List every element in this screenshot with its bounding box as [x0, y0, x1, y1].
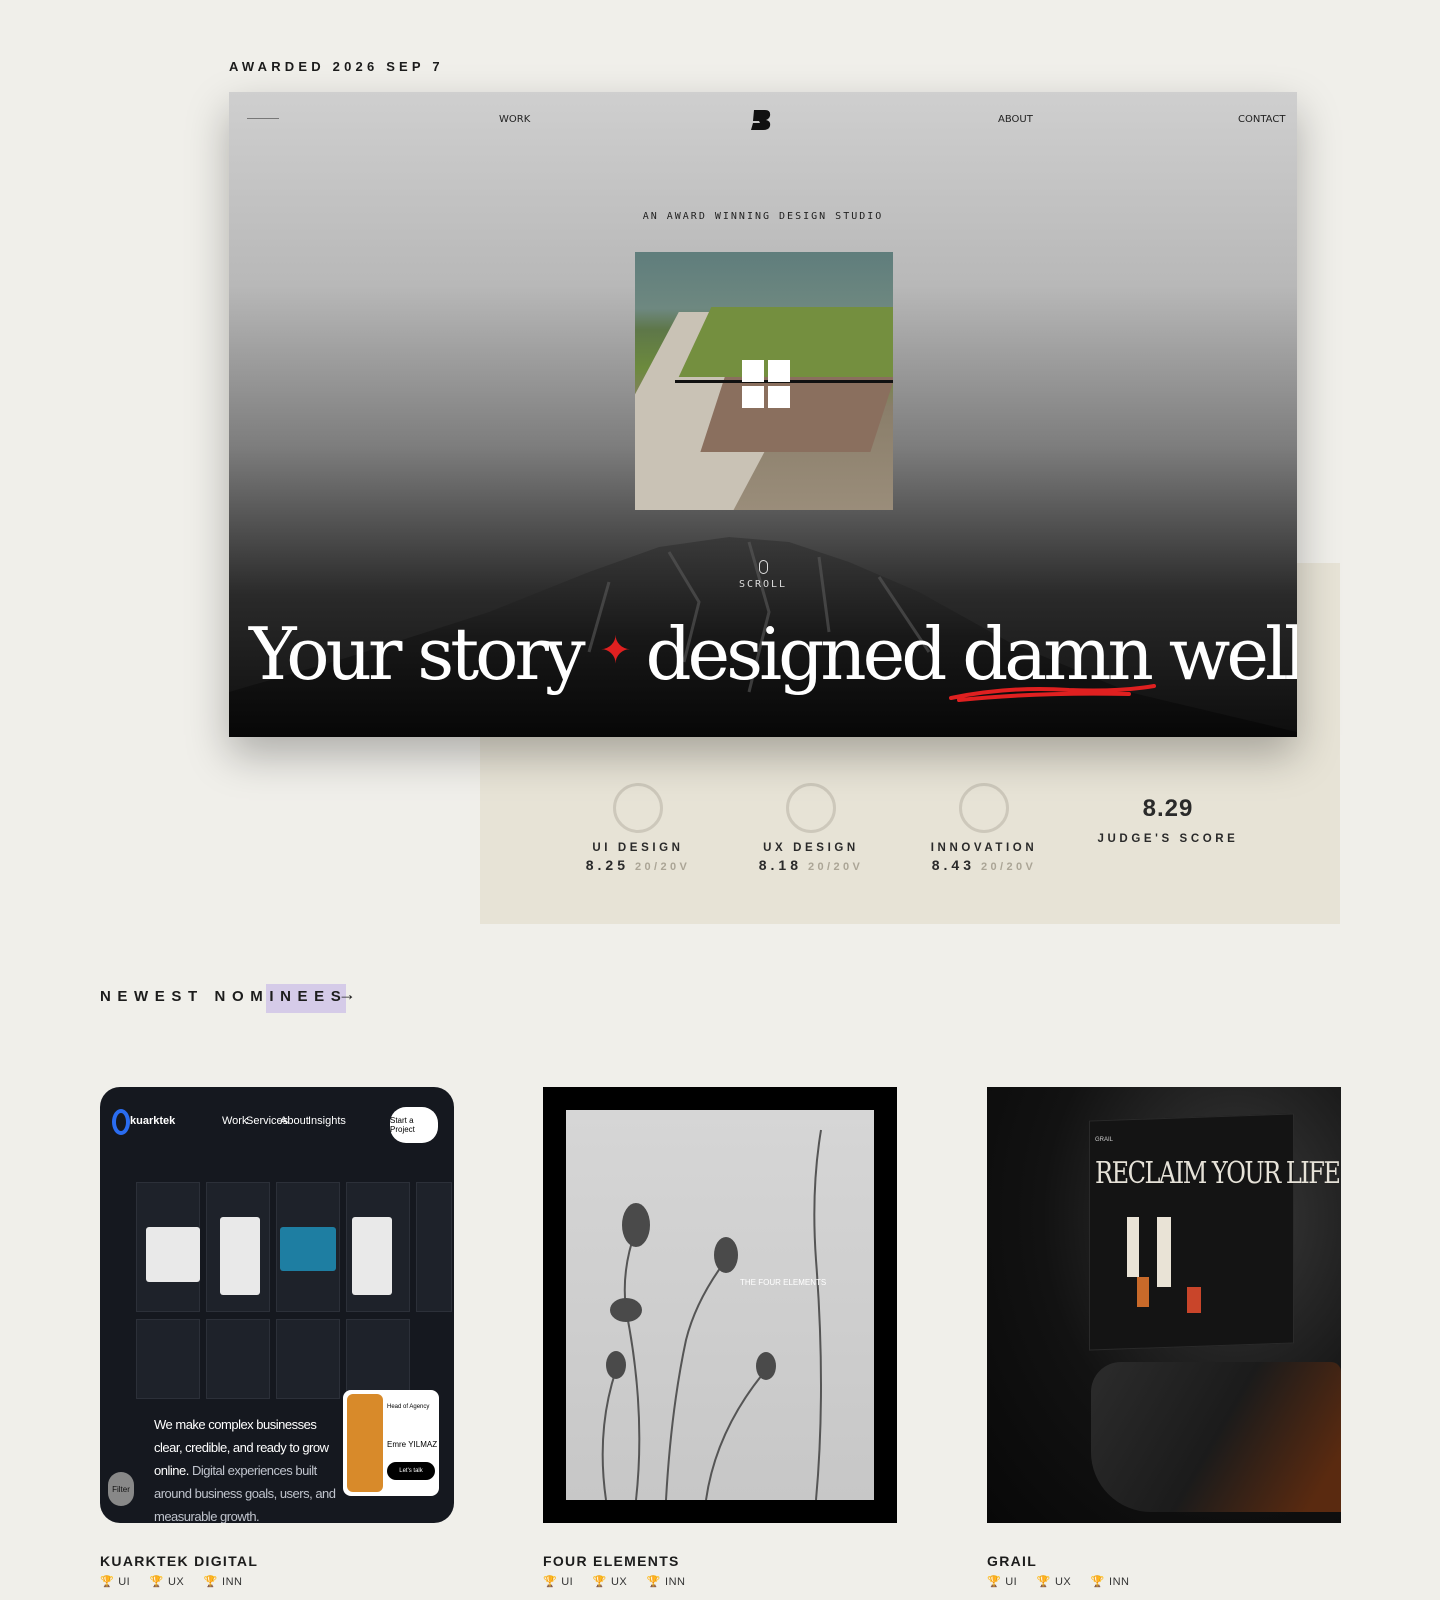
- avatar: [347, 1394, 383, 1492]
- judge-score: 8.29 JUDGE'S SCORE: [1088, 795, 1248, 845]
- tag-label: UX: [1054, 1576, 1072, 1588]
- menu-line-icon: [247, 118, 279, 119]
- nominee-tags: 🏆 UI 🏆 UX 🏆 INN: [987, 1575, 1341, 1588]
- awarded-date: AWARDED 2026 SEP 7: [229, 59, 444, 74]
- score-ui-design: UI DESIGN 8.25 20/20V: [558, 783, 718, 875]
- score-ux-design: UX DESIGN 8.18 20/20V: [731, 783, 891, 875]
- trophy-icon: 🏆: [987, 1576, 1002, 1588]
- underline-scribble-icon: [949, 684, 1156, 702]
- flowers-image: THE FOUR ELEMENTS: [566, 1110, 874, 1501]
- tag-label: UI: [118, 1576, 131, 1588]
- star-icon: ✦: [599, 628, 632, 672]
- thumb-brand: GRAIL: [1095, 1137, 1114, 1143]
- nominee-card[interactable]: kuarktek Work Services About Insights St…: [100, 1087, 454, 1588]
- brand-logo-icon: [112, 1109, 130, 1135]
- score-value: 8.25: [585, 857, 629, 873]
- thumb-role: Head of Agency: [387, 1404, 430, 1410]
- score-name: UX DESIGN: [763, 842, 859, 854]
- tag-label: UX: [167, 1576, 185, 1588]
- nominee-tags: 🏆 UI 🏆 UX 🏆 INN: [100, 1575, 454, 1588]
- trophy-icon: 🏆: [1090, 1576, 1106, 1588]
- score-ring-icon: [786, 783, 836, 833]
- thumb-heading: THE FOUR ELEMENTS: [740, 1278, 827, 1287]
- trophy-icon: 🏆: [203, 1576, 219, 1588]
- trophy-icon: 🏆: [543, 1576, 558, 1588]
- tag-label: INN: [1109, 1576, 1130, 1588]
- tag-label: INN: [222, 1576, 243, 1588]
- nominee-card[interactable]: GRAIL RECLAIM YOUR LIFE GRAIL 🏆 UI 🏆 UX 🏆 I…: [987, 1087, 1341, 1588]
- judge-score-value: 8.29: [1142, 795, 1194, 822]
- nominee-card[interactable]: THE FOUR ELEMENTS FOUR ELEMENTS 🏆 UI 🏆 UX …: [543, 1087, 897, 1588]
- thumb-contact-card: Head of Agency Emre YILMAZ Let's talk: [343, 1390, 439, 1496]
- score-votes: 20/20V: [634, 861, 691, 873]
- arrow-right-icon[interactable]: →: [338, 984, 356, 1005]
- score-ring-icon: [959, 783, 1009, 833]
- hero-tagline: AN AWARD WINNING DESIGN STUDIO: [642, 211, 884, 222]
- trophy-icon: 🏆: [1036, 1576, 1051, 1588]
- thumb-cta: Start a Project: [390, 1107, 438, 1143]
- hero-screenshot[interactable]: WORK ABOUT CONTACT AN AWARD WINNING DESI…: [229, 92, 1297, 737]
- trophy-icon: 🏆: [149, 1576, 164, 1588]
- thumb-talk-button: Let's talk: [387, 1462, 435, 1480]
- scroll-indicator[interactable]: SCROLL: [229, 560, 1297, 590]
- hero-nav-about: ABOUT: [998, 114, 1033, 125]
- nominee-title[interactable]: FOUR ELEMENTS: [543, 1553, 897, 1569]
- score-name: UI DESIGN: [592, 842, 684, 854]
- window-grid-icon: [742, 360, 790, 408]
- thumb-filter: Filter: [108, 1472, 134, 1506]
- score-value: 8.43: [931, 857, 975, 873]
- trophy-icon: 🏆: [100, 1576, 115, 1588]
- score-name: INNOVATION: [930, 842, 1038, 854]
- nominee-tags: 🏆 UI 🏆 UX 🏆 INN: [543, 1575, 897, 1588]
- section-heading[interactable]: NEWEST NOMINEES: [100, 988, 347, 1005]
- nominee-thumbnail[interactable]: GRAIL RECLAIM YOUR LIFE: [987, 1087, 1341, 1523]
- nominee-thumbnail[interactable]: THE FOUR ELEMENTS: [543, 1087, 897, 1523]
- score-ring-icon: [613, 783, 663, 833]
- thumb-nav-item: About: [280, 1115, 309, 1127]
- tag-label: UI: [561, 1576, 574, 1588]
- judge-score-label: JUDGE'S SCORE: [1097, 833, 1239, 845]
- hero-nav-contact: CONTACT: [1238, 114, 1286, 125]
- score-votes: 20/20V: [980, 861, 1037, 873]
- thumb-nav-item: Work: [222, 1115, 248, 1127]
- tag-label: UX: [610, 1576, 628, 1588]
- flower-stems-image: [601, 1129, 822, 1501]
- studio-logo-icon: [751, 110, 771, 130]
- nominee-title[interactable]: KUARKTEK DIGITAL: [100, 1553, 454, 1569]
- thumb-brand: kuarktek: [130, 1115, 176, 1127]
- headline-left: Your story: [249, 612, 586, 696]
- score-value: 8.18: [758, 857, 802, 873]
- thumb-intro-text: We make complex businesses clear, credib…: [154, 1413, 339, 1523]
- tag-label: UI: [1005, 1576, 1018, 1588]
- thumb-person: Emre YILMAZ: [387, 1440, 438, 1449]
- thumb-nav-item: Insights: [308, 1115, 346, 1127]
- score-innovation: INNOVATION 8.43 20/20V: [904, 783, 1064, 875]
- rock-pedestal: [1091, 1362, 1341, 1512]
- trophy-icon: 🏆: [592, 1576, 607, 1588]
- nominee-thumbnail[interactable]: kuarktek Work Services About Insights St…: [100, 1087, 454, 1523]
- grail-screen: [1089, 1113, 1294, 1351]
- nominee-title[interactable]: GRAIL: [987, 1553, 1341, 1569]
- mouse-icon: [758, 560, 768, 574]
- thumb-heading: RECLAIM YOUR LIFE: [1095, 1155, 1341, 1191]
- tag-label: INN: [665, 1576, 686, 1588]
- scroll-label: SCROLL: [738, 579, 788, 590]
- score-votes: 20/20V: [807, 861, 864, 873]
- trophy-icon: 🏆: [646, 1576, 662, 1588]
- hero-nav-work: WORK: [499, 114, 531, 125]
